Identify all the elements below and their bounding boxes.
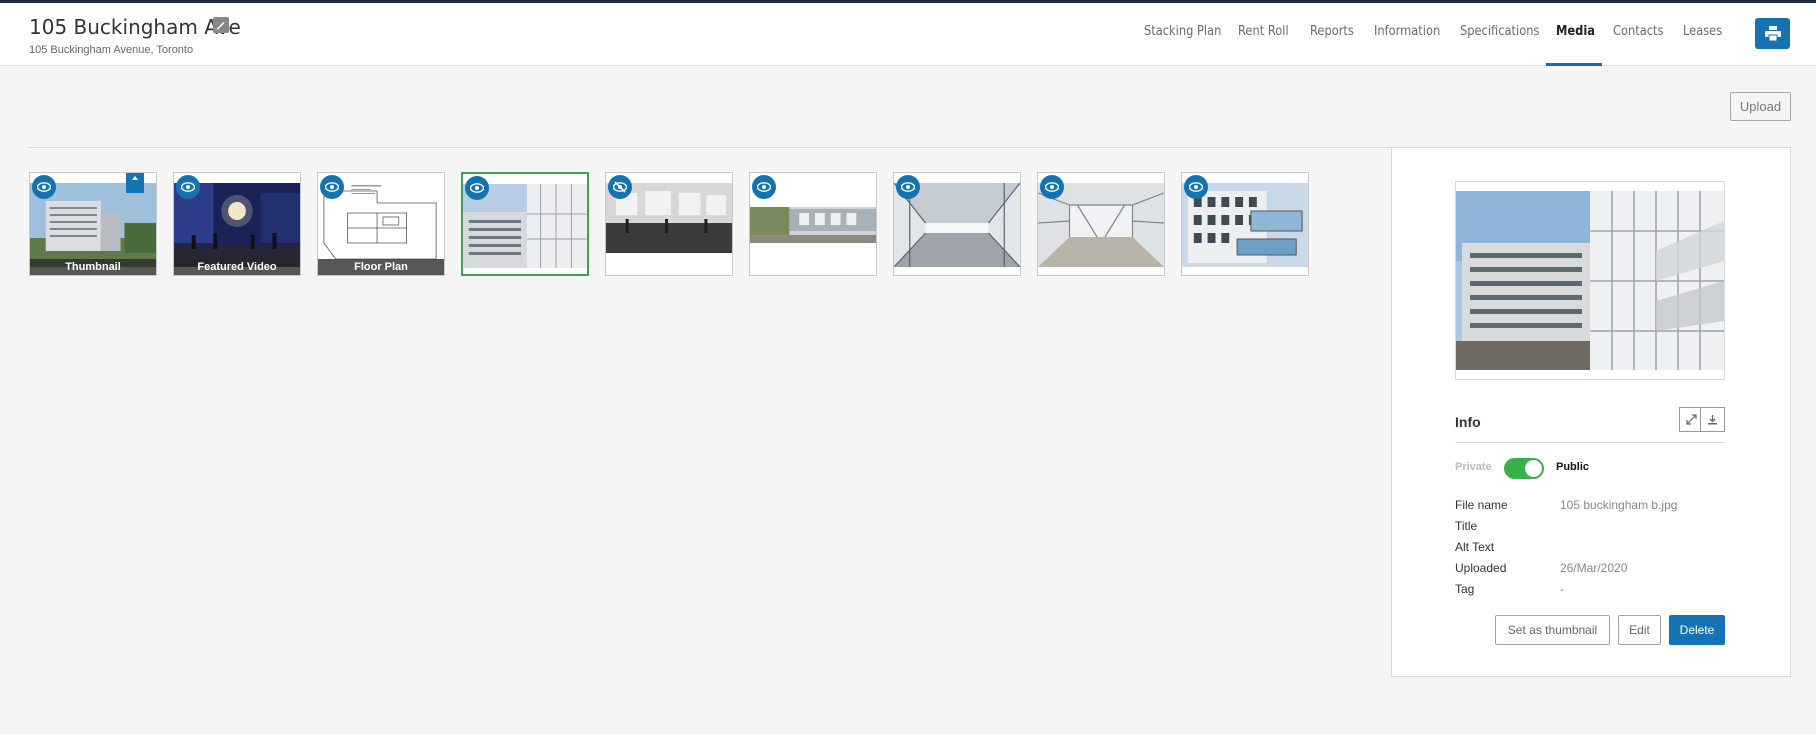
field-label: Alt Text — [1455, 540, 1495, 554]
media-thumbnail[interactable] — [749, 172, 877, 276]
tag-value: - — [1560, 582, 1564, 596]
image-preview — [1455, 181, 1725, 380]
tab-media[interactable]: Media — [1556, 0, 1595, 63]
toggle-knob — [1525, 460, 1542, 477]
thumbnail-caption: Featured Video — [174, 259, 300, 275]
printer-icon — [1764, 26, 1781, 41]
page-title: 105 Buckingham Ave — [29, 15, 241, 39]
eye-icon[interactable] — [320, 175, 344, 199]
thumbnail-caption: Thumbnail — [30, 259, 156, 275]
uploaded-value: 26/Mar/2020 — [1560, 561, 1628, 575]
public-label: Public — [1556, 461, 1590, 473]
eye-icon[interactable] — [465, 176, 489, 200]
media-thumbnail[interactable] — [1037, 172, 1165, 276]
eye-icon[interactable] — [1040, 175, 1064, 199]
active-tab-indicator — [1546, 63, 1602, 66]
eye-icon[interactable] — [752, 175, 776, 199]
tab-specifications[interactable]: Specifications — [1460, 0, 1539, 63]
eye-icon[interactable] — [176, 175, 200, 199]
edit-button[interactable]: Edit — [1618, 615, 1661, 645]
eye-icon[interactable] — [896, 175, 920, 199]
field-label: File name — [1455, 498, 1508, 512]
tab-contacts[interactable]: Contacts — [1613, 0, 1663, 63]
field-label: Uploaded — [1455, 561, 1507, 575]
building-address: 105 Buckingham Avenue, Toronto — [29, 44, 194, 56]
field-label: Tag — [1455, 582, 1475, 596]
pencil-icon[interactable] — [213, 17, 229, 33]
tab-leases[interactable]: Leases — [1683, 0, 1722, 63]
set-thumbnail-button[interactable]: Set as thumbnail — [1495, 615, 1610, 645]
download-button[interactable] — [1700, 407, 1725, 432]
media-info-panel: Info Private Public File name 105 buckin… — [1391, 147, 1791, 677]
download-icon — [1708, 415, 1717, 425]
visibility-toggle[interactable] — [1504, 458, 1544, 479]
delete-button[interactable]: Delete — [1669, 615, 1725, 645]
tab-stacking-plan[interactable]: Stacking Plan — [1144, 0, 1221, 63]
media-thumbnail-selected[interactable] — [461, 172, 589, 276]
field-label: Title — [1455, 519, 1478, 533]
info-heading: Info — [1455, 414, 1481, 430]
preview-photo — [1456, 191, 1724, 370]
private-label: Private — [1455, 461, 1492, 473]
media-thumbnail[interactable]: Floor Plan — [317, 172, 445, 276]
tab-reports[interactable]: Reports — [1310, 0, 1354, 63]
eye-icon[interactable] — [32, 175, 56, 199]
page-header: 105 Buckingham Ave 105 Buckingham Avenue… — [0, 3, 1816, 66]
eye-slash-icon[interactable] — [608, 175, 632, 199]
info-divider — [1455, 442, 1725, 443]
media-thumbnail[interactable]: Thumbnail — [29, 172, 157, 276]
media-thumbnail[interactable] — [893, 172, 1021, 276]
media-thumbnail[interactable] — [1181, 172, 1309, 276]
tab-rent-roll[interactable]: Rent Roll — [1238, 0, 1289, 63]
expand-icon — [1686, 414, 1697, 425]
tab-information[interactable]: Information — [1374, 0, 1440, 63]
media-thumbnail[interactable]: Featured Video — [173, 172, 301, 276]
thumbnail-caption: Floor Plan — [318, 259, 444, 275]
file-name-value: 105 buckingham b.jpg — [1560, 498, 1678, 512]
upload-button[interactable]: Upload — [1730, 92, 1791, 121]
section-divider — [29, 147, 1391, 148]
media-thumbnail[interactable] — [605, 172, 733, 276]
eye-icon[interactable] — [1184, 175, 1208, 199]
thumbnail-pin-icon — [126, 173, 144, 193]
print-button[interactable] — [1755, 18, 1790, 49]
